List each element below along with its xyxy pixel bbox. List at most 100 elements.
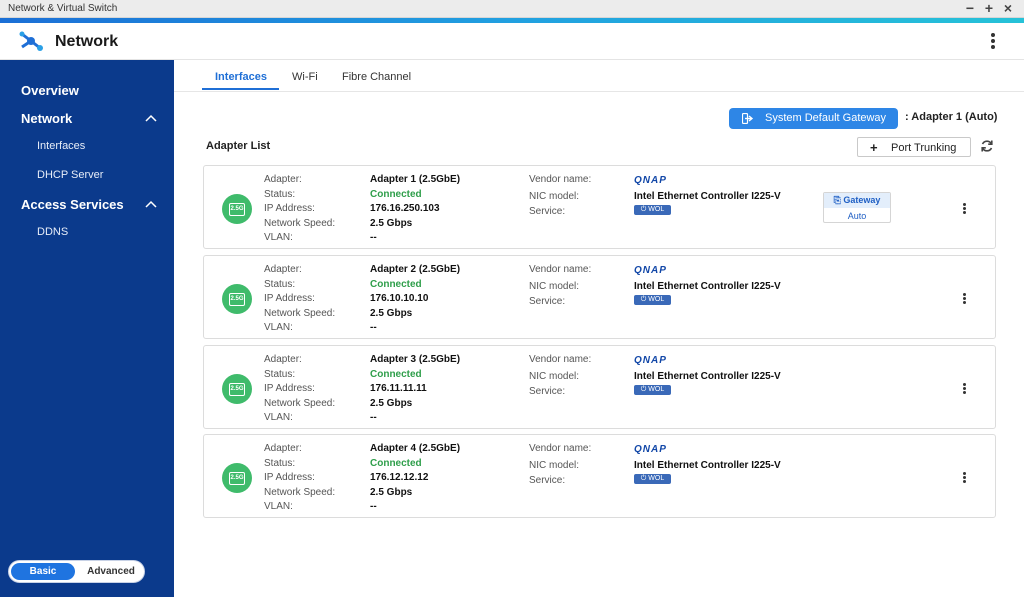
ip-address-value: 176.16.250.103 [370, 203, 440, 214]
vendor-name-label: Vendor name: [529, 354, 592, 365]
service-label: Service: [529, 296, 566, 307]
adapter-card-3[interactable]: 2.5G Adapter: Status: IP Address: Networ… [203, 345, 996, 429]
minimize-button[interactable]: − [961, 0, 979, 17]
adapter-card-2[interactable]: 2.5G Adapter: Status: IP Address: Networ… [203, 255, 996, 339]
nic-model-label: NIC model: [529, 371, 580, 382]
vlan-value: -- [370, 501, 377, 512]
wol-badge: ⏻ WOL [634, 205, 671, 215]
sidebar-item-dhcp-server[interactable]: DHCP Server [37, 169, 103, 181]
chevron-up-icon[interactable] [145, 114, 157, 122]
status-value: Connected [370, 369, 422, 380]
vendor-name-label: Vendor name: [529, 443, 592, 454]
tab-interfaces[interactable]: Interfaces [215, 71, 267, 83]
vendor-logo: QNAP [634, 355, 667, 366]
gateway-badge-label: ⎘ Gateway [824, 193, 890, 208]
ethernet-port-icon: 2.5G [222, 194, 252, 224]
sidebar: Overview Network Interfaces DHCP Server … [0, 60, 174, 597]
vendor-name-label: Vendor name: [529, 264, 592, 275]
status-label: Status: [264, 458, 296, 469]
adapter-label: Adapter: [264, 443, 302, 454]
system-default-gateway-label: System Default Gateway [765, 112, 887, 124]
nic-model-value: Intel Ethernet Controller I225-V [634, 460, 781, 471]
service-label: Service: [529, 206, 566, 217]
basic-mode-button[interactable]: Basic [11, 563, 75, 580]
vlan-label: VLAN: [264, 232, 293, 243]
vlan-value: -- [370, 232, 377, 243]
ip-address-label: IP Address: [264, 293, 315, 304]
ip-address-label: IP Address: [264, 383, 315, 394]
default-gateway-value: : Adapter 1 (Auto) [905, 111, 998, 123]
network-speed-value: 2.5 Gbps [370, 308, 413, 319]
wol-badge: ⏻ WOL [634, 295, 671, 305]
service-label: Service: [529, 386, 566, 397]
main-content: Interfaces Wi-Fi Fibre Channel System De… [174, 60, 1024, 597]
active-tab-indicator [202, 88, 279, 90]
adapter-options-icon[interactable] [960, 471, 968, 485]
sidebar-item-interfaces[interactable]: Interfaces [37, 140, 85, 152]
adapter-options-icon[interactable] [960, 292, 968, 306]
adapter-options-icon[interactable] [960, 382, 968, 396]
chevron-up-icon[interactable] [145, 200, 157, 208]
gateway-badge-mode: Auto [847, 211, 867, 221]
sidebar-item-overview[interactable]: Overview [21, 83, 79, 98]
refresh-icon[interactable] [980, 139, 994, 153]
port-trunking-label: Port Trunking [891, 142, 957, 154]
tab-wifi[interactable]: Wi-Fi [292, 71, 318, 83]
vendor-logo: QNAP [634, 175, 667, 186]
network-speed-value: 2.5 Gbps [370, 487, 413, 498]
wol-badge: ⏻ WOL [634, 385, 671, 395]
adapter-card-4[interactable]: 2.5G Adapter: Status: IP Address: Networ… [203, 434, 996, 518]
port-trunking-button[interactable]: + Port Trunking [857, 137, 971, 157]
vlan-label: VLAN: [264, 501, 293, 512]
network-speed-label: Network Speed: [264, 308, 336, 319]
nic-model-value: Intel Ethernet Controller I225-V [634, 191, 781, 202]
ip-address-label: IP Address: [264, 203, 315, 214]
nic-model-value: Intel Ethernet Controller I225-V [634, 281, 781, 292]
sidebar-item-access-services[interactable]: Access Services [21, 197, 124, 212]
ethernet-port-icon: 2.5G [222, 284, 252, 314]
advanced-mode-button[interactable]: Advanced [79, 563, 143, 580]
adapter-card-1[interactable]: 2.5G Adapter: Status: IP Address: Networ… [203, 165, 996, 249]
adapter-name: Adapter 2 (2.5GbE) [370, 264, 461, 275]
sidebar-item-network[interactable]: Network [21, 111, 72, 126]
ip-address-value: 176.11.11.11 [370, 383, 427, 394]
close-button[interactable]: × [999, 0, 1017, 17]
network-logo-icon [19, 31, 43, 51]
network-speed-label: Network Speed: [264, 218, 336, 229]
network-speed-value: 2.5 Gbps [370, 398, 413, 409]
ip-address-value: 176.10.10.10 [370, 293, 429, 304]
app-title: Network [55, 33, 119, 50]
system-default-gateway-button[interactable]: System Default Gateway [729, 108, 898, 129]
vlan-label: VLAN: [264, 322, 293, 333]
vlan-value: -- [370, 322, 377, 333]
wol-badge: ⏻ WOL [634, 474, 671, 484]
vendor-logo: QNAP [634, 265, 667, 276]
adapter-name: Adapter 3 (2.5GbE) [370, 354, 461, 365]
adapter-options-icon[interactable] [960, 202, 968, 216]
vendor-name-label: Vendor name: [529, 174, 592, 185]
adapter-label: Adapter: [264, 264, 302, 275]
maximize-button[interactable]: + [980, 0, 998, 17]
network-speed-label: Network Speed: [264, 398, 336, 409]
gateway-badge: ⎘ Gateway Auto [823, 192, 891, 223]
vendor-logo: QNAP [634, 444, 667, 455]
ip-address-value: 176.12.12.12 [370, 472, 429, 483]
status-value: Connected [370, 458, 422, 469]
status-label: Status: [264, 189, 296, 200]
service-label: Service: [529, 475, 566, 486]
status-value: Connected [370, 189, 422, 200]
vlan-label: VLAN: [264, 412, 293, 423]
sidebar-item-ddns[interactable]: DDNS [37, 226, 68, 238]
window-titlebar: Network & Virtual Switch − + × [0, 0, 1024, 18]
more-options-icon[interactable] [984, 31, 1002, 53]
nic-model-label: NIC model: [529, 191, 580, 202]
mode-toggle: Basic Advanced [8, 560, 145, 583]
tab-fibre-channel[interactable]: Fibre Channel [342, 71, 411, 83]
gateway-icon [742, 113, 754, 124]
window-title: Network & Virtual Switch [8, 3, 118, 14]
network-speed-label: Network Speed: [264, 487, 336, 498]
status-label: Status: [264, 279, 296, 290]
nic-model-value: Intel Ethernet Controller I225-V [634, 371, 781, 382]
network-speed-value: 2.5 Gbps [370, 218, 413, 229]
adapter-name: Adapter 1 (2.5GbE) [370, 174, 461, 185]
